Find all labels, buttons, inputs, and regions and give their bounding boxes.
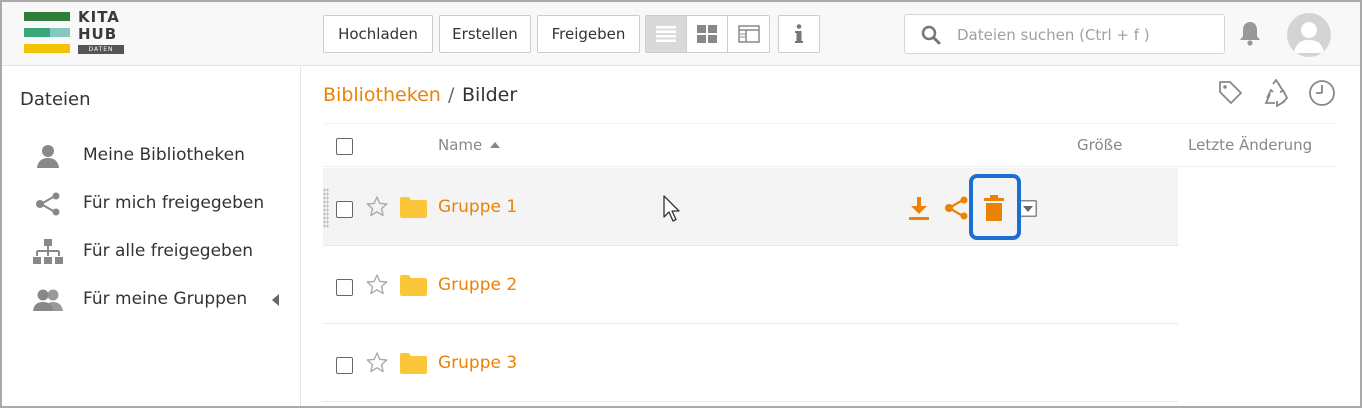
kita-hub-logo[interactable]: KITA HUB DATEN (24, 8, 134, 56)
row-checkbox[interactable] (336, 201, 353, 218)
folder-icon (400, 275, 427, 296)
star-icon[interactable] (366, 352, 388, 373)
table-row[interactable]: Gruppe 3 (323, 324, 1178, 402)
sidebar-item-label: Für alle freigegeben (83, 241, 254, 261)
table-row[interactable]: Gruppe 2 (323, 246, 1178, 324)
share-icon[interactable] (944, 196, 968, 220)
user-icon (37, 145, 59, 168)
share-icon (36, 192, 60, 216)
avatar-person-icon (1294, 22, 1324, 53)
sort-asc-icon (490, 142, 501, 148)
logo-text-hub: HUB (78, 25, 118, 43)
list-view-button[interactable] (646, 16, 687, 52)
drag-handle[interactable] (323, 188, 329, 228)
row-checkbox[interactable] (336, 279, 353, 296)
sidebar-title: Dateien (20, 89, 91, 110)
info-icon (795, 24, 803, 43)
delete-highlight-box (969, 174, 1021, 240)
sidebar-item-my-libraries[interactable]: Meine Bibliotheken (2, 138, 301, 174)
path-bar: Bibliotheken / Bilder (302, 67, 1360, 121)
star-icon[interactable] (366, 196, 388, 217)
breadcrumb-current: Bilder (462, 84, 518, 106)
table-header: Name Größe Letzte Änderung (323, 123, 1337, 167)
sidebar-item-my-groups[interactable]: Für meine Gruppen (2, 282, 301, 318)
info-button[interactable] (778, 15, 820, 53)
select-all-checkbox[interactable] (336, 138, 353, 155)
more-dropdown-icon[interactable] (1019, 200, 1037, 217)
user-avatar[interactable] (1287, 13, 1331, 57)
main-content: Bibliotheken / Bilder Name Größe Letzte … (302, 67, 1360, 406)
column-header-name[interactable]: Name (438, 136, 501, 154)
sidebar-item-shared-with-me[interactable]: Für mich freigegeben (2, 186, 301, 222)
create-button[interactable]: Erstellen (439, 15, 531, 53)
table-row[interactable]: Gruppe 1 (323, 168, 1178, 246)
sidebar-item-label: Für mich freigegeben (83, 193, 265, 213)
grid-view-icon (697, 25, 717, 43)
folder-name-link[interactable]: Gruppe 3 (438, 353, 517, 373)
breadcrumb-separator: / (448, 84, 455, 106)
column-view-button[interactable] (728, 16, 769, 52)
top-header: KITA HUB DATEN Hochladen Erstellen Freig… (2, 2, 1360, 66)
share-button[interactable]: Freigeben (537, 15, 640, 53)
column-view-icon (737, 25, 760, 43)
list-view-icon (656, 26, 676, 42)
app-window: KITA HUB DATEN Hochladen Erstellen Freig… (0, 0, 1362, 408)
column-header-size[interactable]: Größe (1077, 136, 1122, 154)
org-chart-icon (33, 239, 63, 264)
history-clock-icon[interactable] (1308, 79, 1336, 107)
upload-button[interactable]: Hochladen (323, 15, 433, 53)
group-icon (33, 289, 63, 311)
tag-icon[interactable] (1217, 79, 1243, 105)
folder-name-link[interactable]: Gruppe 2 (438, 275, 517, 295)
search-icon (921, 25, 941, 45)
breadcrumb-libraries-link[interactable]: Bibliotheken (323, 84, 441, 106)
column-header-modified[interactable]: Letzte Änderung (1188, 136, 1312, 154)
search-input[interactable] (957, 23, 1217, 47)
sidebar-item-shared-with-all[interactable]: Für alle freigegeben (2, 234, 301, 270)
download-icon[interactable] (908, 196, 930, 220)
bell-icon[interactable] (1238, 20, 1262, 46)
folder-name-link[interactable]: Gruppe 1 (438, 197, 517, 217)
sidebar-item-label: Für meine Gruppen (83, 289, 248, 309)
logo-text-kita: KITA (78, 8, 120, 26)
star-icon[interactable] (366, 274, 388, 295)
expand-caret-icon[interactable] (272, 294, 279, 306)
view-mode-switcher (645, 15, 770, 53)
logo-text-daten: DATEN (78, 45, 124, 54)
grid-view-button[interactable] (687, 16, 728, 52)
folder-icon (400, 353, 427, 374)
row-checkbox[interactable] (336, 357, 353, 374)
recycle-icon[interactable] (1263, 79, 1289, 107)
mouse-pointer-icon (663, 195, 680, 222)
search-box (904, 14, 1225, 54)
sidebar-item-label: Meine Bibliotheken (83, 145, 245, 165)
folder-icon (400, 197, 427, 218)
sidebar: Dateien Meine Bibliotheken Für mich frei… (2, 67, 301, 406)
